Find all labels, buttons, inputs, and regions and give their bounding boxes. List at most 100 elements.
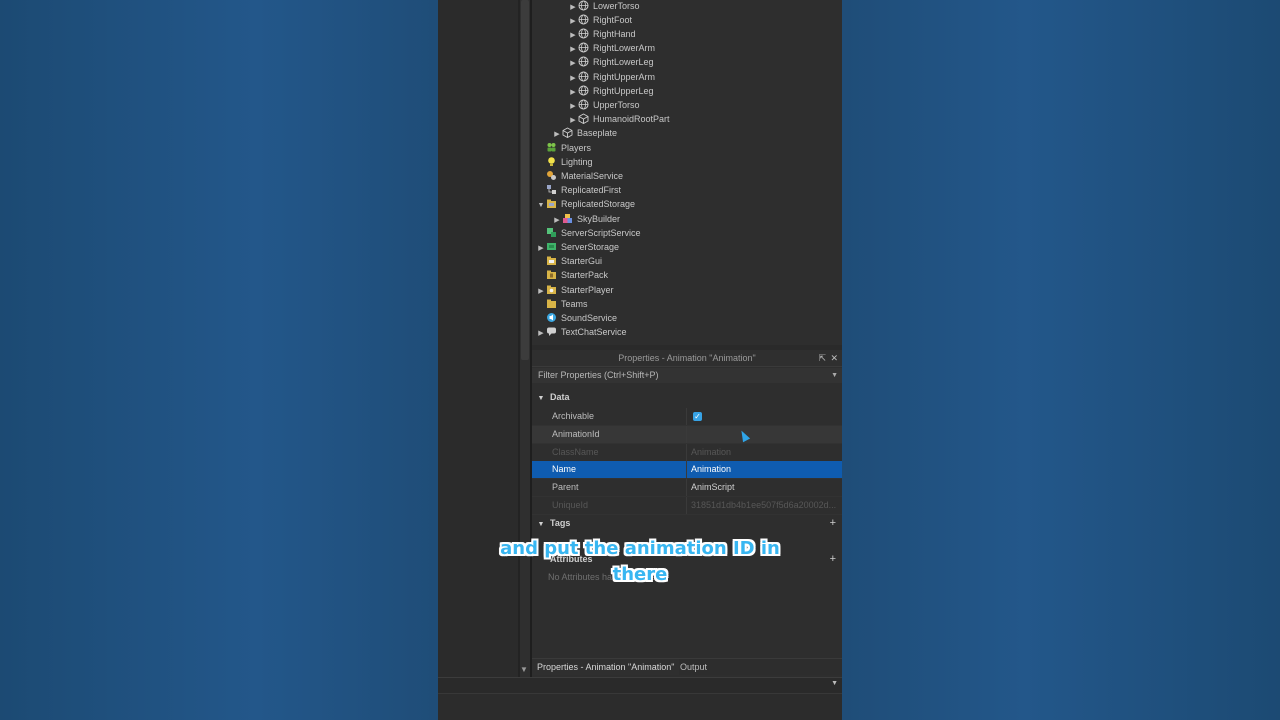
tree-item-label: MaterialService xyxy=(561,171,624,181)
tab-properties[interactable]: Properties - Animation "Animation" xyxy=(532,659,680,675)
tree-item-label: Baseplate xyxy=(577,128,618,138)
material-service-icon xyxy=(547,171,556,180)
tree-item-label: StarterPack xyxy=(561,270,609,280)
tree-item-label: TextChatService xyxy=(561,327,627,337)
tree-item-label: Teams xyxy=(561,299,588,309)
tree-item-baseplate[interactable]: ▶ Baseplate xyxy=(552,126,617,140)
tree-item-materialservice[interactable]: MaterialService xyxy=(536,169,623,183)
collapse-arrow-icon[interactable]: ▼ xyxy=(532,390,550,408)
filter-properties-input[interactable]: Filter Properties (Ctrl+Shift+P) ▼ xyxy=(532,368,842,383)
explorer-panel: ▶ LowerTorso ▶ RightFoot ▶ RightHand ▶ Right… xyxy=(532,0,842,345)
prop-row-parent[interactable]: Parent AnimScript xyxy=(532,479,842,497)
part-icon xyxy=(562,127,573,138)
section-data-label: Data xyxy=(550,392,570,402)
tree-item-players[interactable]: Players xyxy=(536,141,591,155)
tree-item-label: ReplicatedStorage xyxy=(561,199,636,209)
chevron-down-icon[interactable]: ▼ xyxy=(831,368,838,383)
name-input[interactable]: Animation xyxy=(691,461,731,478)
mesh-part-icon xyxy=(578,28,589,39)
tree-item-label: SkyBuilder xyxy=(577,214,621,224)
server-storage-icon xyxy=(547,243,556,250)
video-caption: and put the animation ID in there xyxy=(440,536,840,588)
tree-item-righthand[interactable]: ▶ RightHand xyxy=(568,27,636,41)
collapse-arrow-icon[interactable]: ▼ xyxy=(536,199,546,213)
tree-item-label: HumanoidRootPart xyxy=(593,114,670,124)
tree-item-serverstorage[interactable]: ▶ ServerStorage xyxy=(536,240,619,254)
tree-item-serverscriptservice[interactable]: ServerScriptService xyxy=(536,226,641,240)
prop-name: Parent xyxy=(552,482,579,492)
close-icon[interactable]: ✕ xyxy=(830,350,838,366)
prop-row-uniqueid: UniqueId 31851d1db4b1ee507f5d6a20002d... xyxy=(532,497,842,515)
tree-item-starterpack[interactable]: StarterPack xyxy=(536,268,608,282)
tree-item-label: RightUpperArm xyxy=(593,72,656,82)
tree-item-textchatservice[interactable]: ▶ TextChatService xyxy=(536,325,627,341)
caption-line-1: and put the animation ID in xyxy=(500,538,780,559)
scroll-down-icon[interactable]: ▼ xyxy=(518,664,530,676)
prop-row-archivable[interactable]: Archivable ✓ xyxy=(532,408,842,426)
prop-name: UniqueId xyxy=(552,500,589,510)
teams-icon xyxy=(547,299,556,308)
tree-item-rightupperarm[interactable]: ▶ RightUpperArm xyxy=(568,70,655,84)
players-icon xyxy=(547,143,556,152)
starter-player-icon xyxy=(547,285,556,294)
prop-name: ClassName xyxy=(552,447,599,457)
section-tags[interactable]: ▼ Tags + xyxy=(532,514,842,532)
expand-arrow-icon[interactable]: ▶ xyxy=(536,327,546,341)
tree-item-label: RightLowerArm xyxy=(593,43,656,53)
chevron-down-icon[interactable]: ▼ xyxy=(831,680,838,687)
tree-item-replicatedfirst[interactable]: ReplicatedFirst xyxy=(536,183,621,197)
properties-title: Properties - Animation "Animation" xyxy=(618,353,756,363)
caption-line-2: there xyxy=(612,564,668,585)
status-area xyxy=(438,693,842,720)
replicated-first-icon xyxy=(547,185,556,194)
prop-value: 31851d1db4b1ee507f5d6a20002d... xyxy=(691,500,837,510)
sound-service-icon xyxy=(547,313,556,322)
tab-output[interactable]: Output xyxy=(675,659,712,675)
text-chat-service-icon xyxy=(547,327,556,336)
collapse-arrow-icon[interactable]: ▼ xyxy=(532,516,550,534)
tree-item-label: ReplicatedFirst xyxy=(561,185,622,195)
tree-item-skybuilder[interactable]: ▶ SkyBuilder xyxy=(552,212,620,226)
starter-pack-icon xyxy=(547,270,556,279)
mesh-part-icon xyxy=(578,99,589,110)
tree-item-rightlowerleg[interactable]: ▶ RightLowerLeg xyxy=(568,55,654,69)
panel-tab-bar: Properties - Animation "Animation" Outpu… xyxy=(532,658,842,675)
tree-item-rightlowerarm[interactable]: ▶ RightLowerArm xyxy=(568,41,655,55)
tree-item-teams[interactable]: Teams xyxy=(536,297,588,311)
prop-row-name[interactable]: Name Animation xyxy=(532,461,842,479)
prop-row-animationid[interactable]: AnimationId xyxy=(532,426,842,444)
tree-item-label: RightLowerLeg xyxy=(593,57,654,67)
properties-panel: Properties - Animation "Animation" ⇱ ✕ F… xyxy=(532,350,842,677)
starter-gui-icon xyxy=(547,256,556,265)
tree-item-soundservice[interactable]: SoundService xyxy=(536,311,617,325)
expand-arrow-icon[interactable]: ▶ xyxy=(568,57,578,71)
tree-item-lighting[interactable]: Lighting xyxy=(536,155,593,169)
prop-name: Archivable xyxy=(552,411,595,421)
archivable-checkbox[interactable]: ✓ xyxy=(693,412,702,421)
prop-value: Animation xyxy=(691,447,732,457)
tree-item-label: StarterPlayer xyxy=(561,285,614,295)
expand-arrow-icon[interactable]: ▶ xyxy=(552,128,562,142)
mesh-part-icon xyxy=(578,71,589,82)
tree-item-uppertorso[interactable]: ▶ UpperTorso xyxy=(568,98,640,112)
model-icon xyxy=(563,214,572,223)
tree-item-label: Lighting xyxy=(561,157,593,167)
tree-item-label: UpperTorso xyxy=(593,100,640,110)
tree-item-startergui[interactable]: StarterGui xyxy=(536,254,602,268)
tree-item-replicatedstorage[interactable]: ▼ ReplicatedStorage xyxy=(536,197,636,213)
tree-item-starterplayer[interactable]: ▶ StarterPlayer xyxy=(536,283,614,297)
section-data[interactable]: ▼ Data xyxy=(532,388,842,406)
tree-item-rightupperleg[interactable]: ▶ RightUpperLeg xyxy=(568,84,654,98)
mesh-part-icon xyxy=(578,14,589,25)
tree-item-label: ServerScriptService xyxy=(561,228,641,238)
undock-icon[interactable]: ⇱ xyxy=(818,350,826,366)
tree-item-rightfoot[interactable]: ▶ RightFoot xyxy=(568,13,632,27)
prop-value[interactable]: AnimScript xyxy=(691,479,735,496)
tree-item-lowertorso[interactable]: ▶ LowerTorso xyxy=(568,0,640,13)
scrollbar-thumb[interactable] xyxy=(521,0,529,360)
add-tag-icon[interactable]: + xyxy=(830,514,836,532)
command-bar[interactable]: ▼ xyxy=(438,677,842,693)
mesh-part-icon xyxy=(578,56,589,67)
tree-item-humanoidrootpart[interactable]: ▶ HumanoidRootPart xyxy=(568,112,670,126)
tree-item-label: SoundService xyxy=(561,313,618,323)
